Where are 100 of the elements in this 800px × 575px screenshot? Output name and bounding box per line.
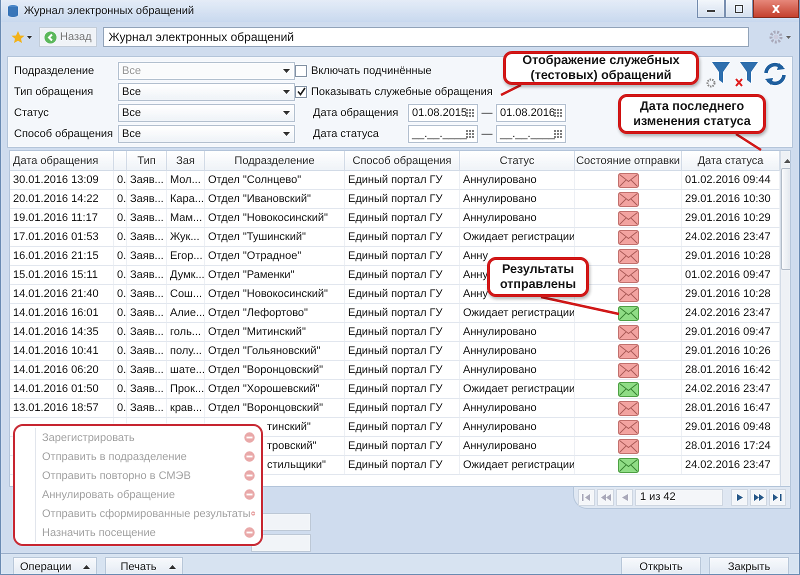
operations-button[interactable]: Операции	[13, 557, 98, 574]
table-cell: Отдел "Раменки"	[205, 266, 345, 284]
table-cell: 0.	[114, 323, 127, 341]
close-dialog-button[interactable]: Закрыть	[709, 557, 789, 574]
table-cell: 19.01.2016 11:17	[10, 209, 114, 227]
scrollbar[interactable]	[780, 151, 790, 486]
star-icon	[11, 30, 33, 44]
table-cell: Единый портал ГУ	[345, 437, 460, 455]
table-cell: 14.01.2016 01:50	[10, 380, 114, 398]
column-header[interactable]: Зая	[176, 154, 195, 166]
table-cell: 14.01.2016 14:35	[10, 323, 114, 341]
caret-icon	[283, 90, 290, 94]
next-page-button[interactable]	[731, 489, 748, 506]
table-cell: Отдел "Новокосинский"	[205, 285, 345, 303]
last-page-button[interactable]	[769, 489, 786, 506]
table-cell: Единый портал ГУ	[345, 399, 460, 417]
table-cell: Единый портал ГУ	[345, 171, 460, 189]
table-cell: 0.	[114, 247, 127, 265]
table-cell: Единый портал ГУ	[345, 456, 460, 474]
table-cell: Заяв...	[127, 342, 167, 360]
close-button[interactable]	[753, 0, 799, 18]
table-cell: 0.	[114, 380, 127, 398]
calendar-icon[interactable]	[554, 130, 562, 138]
table-cell: 15.01.2016 15:11	[10, 266, 114, 284]
caret-icon	[168, 565, 176, 569]
table-cell: 13.01.2016 18:57	[10, 399, 114, 417]
leader-line	[735, 132, 762, 152]
table-cell: Единый портал ГУ	[345, 209, 460, 227]
close-icon	[771, 4, 781, 12]
filter-checkbox[interactable]: Показывать служебные обращения	[295, 86, 493, 98]
minus-circle-icon	[244, 432, 255, 443]
fast-forward-icon	[754, 494, 764, 501]
filter-settings-icon[interactable]	[706, 59, 732, 89]
table-cell: Единый портал ГУ	[345, 361, 460, 379]
table-cell: Прок...	[167, 380, 205, 398]
minus-circle-icon	[244, 451, 255, 462]
table-cell: Аннулировано	[460, 323, 575, 341]
fast-forward-button[interactable]	[750, 489, 767, 506]
table-cell: Аннулировано	[460, 171, 575, 189]
open-button[interactable]: Открыть	[621, 557, 701, 574]
previous-icon	[622, 494, 628, 501]
filter-label: Дата обращения	[313, 106, 400, 118]
date-field[interactable]: 01.08.2015	[408, 104, 478, 122]
minus-circle-icon	[244, 489, 255, 500]
minus-circle-icon	[244, 527, 255, 538]
table-cell: Единый портал ГУ	[345, 228, 460, 246]
date-field[interactable]: 01.08.2016	[496, 104, 566, 122]
maximize-button[interactable]	[725, 0, 753, 18]
table-cell: Заяв...	[127, 380, 167, 398]
table-cell: 30.01.2016 13:09	[10, 171, 114, 189]
column-header[interactable]: Статус	[500, 154, 534, 166]
last-page-icon	[773, 494, 782, 501]
next-icon	[736, 494, 742, 501]
scroll-up-icon[interactable]	[784, 159, 790, 163]
table-cell: Отдел "Хорошевский"	[205, 380, 345, 398]
filter-dropdown[interactable]: Все	[118, 104, 295, 122]
minimize-button[interactable]	[697, 0, 725, 18]
caret-icon	[283, 68, 290, 72]
filter-dropdown[interactable]: Все	[118, 124, 295, 142]
first-page-icon	[582, 494, 591, 501]
table-cell: Единый портал ГУ	[345, 285, 460, 303]
table-cell: Отдел "Ивановский"	[205, 190, 345, 208]
window-title: Журнал электронных обращений	[24, 5, 194, 17]
page-field[interactable]: 1 из 42	[635, 489, 723, 506]
calendar-icon[interactable]	[466, 108, 474, 116]
table-cell: 14.01.2016 16:01	[10, 304, 114, 322]
filter-clear-icon[interactable]	[734, 59, 760, 89]
table-cell: Единый портал ГУ	[345, 304, 460, 322]
table-cell: Отдел "Воронцовский"	[205, 361, 345, 379]
column-header[interactable]: Дата статуса	[698, 154, 764, 166]
table-cell: Отдел "Гольяновский"	[205, 342, 345, 360]
settings-button[interactable]	[769, 30, 793, 44]
maximize-icon	[734, 4, 744, 12]
address-field[interactable]: Журнал электронных обращений	[102, 27, 749, 47]
filter-checkbox[interactable]: Включать подчинённые	[295, 64, 432, 76]
table-cell: 0.	[114, 342, 127, 360]
column-header[interactable]: Дата обращения	[13, 154, 98, 166]
calendar-icon[interactable]	[554, 108, 562, 116]
table-cell: Егор...	[167, 247, 205, 265]
filter-label: Статус	[14, 106, 50, 118]
table-cell: 0.	[114, 209, 127, 227]
table-cell: Отдел "Тушинский"	[205, 228, 345, 246]
table-cell: 0.	[114, 171, 127, 189]
column-header[interactable]: Состояние отправки	[576, 154, 680, 166]
print-button[interactable]: Печать	[105, 557, 183, 574]
calendar-icon[interactable]	[466, 130, 474, 138]
date-field[interactable]: __.__.____	[496, 124, 566, 142]
table-cell: Заяв...	[127, 399, 167, 417]
back-button[interactable]: Назад	[39, 27, 97, 47]
filter-dropdown[interactable]: Все	[118, 82, 295, 100]
table-cell: 0.	[114, 228, 127, 246]
column-header[interactable]: Подразделение	[234, 154, 315, 166]
column-header[interactable]: Тип	[137, 154, 156, 166]
column-header[interactable]: Способ обращения	[352, 154, 452, 166]
favorites-button[interactable]	[11, 30, 33, 44]
date-field[interactable]: __.__.____	[408, 124, 478, 142]
table-cell: Кара...	[167, 190, 205, 208]
filter-label: Способ обращения	[14, 128, 114, 140]
table-cell: Отдел "Митинский"	[205, 323, 345, 341]
table-cell: Заяв...	[127, 209, 167, 227]
